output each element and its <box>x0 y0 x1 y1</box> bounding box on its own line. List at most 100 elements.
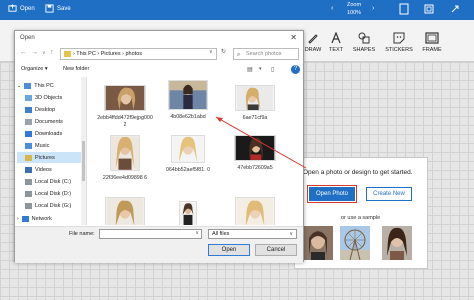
sample-image-woman[interactable] <box>382 226 412 260</box>
frame-icon <box>425 32 439 44</box>
zoom-in-arrow-icon[interactable]: › <box>372 5 374 12</box>
nav-label: Local Disk (G:) <box>35 202 72 209</box>
view-options-icon[interactable]: ▤ <box>247 66 253 73</box>
fullscreen-icon[interactable] <box>424 3 434 15</box>
nav-item-local-disk-g[interactable]: Local Disk (G:) <box>25 200 71 211</box>
file-item[interactable]: 064bb52aef5f81. 0 <box>160 135 216 174</box>
file-name-label: File name: <box>69 231 95 237</box>
nav-item-3d-objects[interactable]: 3D Objects <box>25 92 62 103</box>
nav-item-music[interactable]: Music <box>25 140 49 151</box>
sample-image-ferris-wheel[interactable] <box>340 226 370 260</box>
nav-item-network[interactable]: › Network <box>17 213 52 224</box>
breadcrumb-photos[interactable]: photos <box>125 51 142 57</box>
tool-frame[interactable]: FRAME <box>415 32 449 53</box>
help-icon[interactable]: ? <box>291 65 300 74</box>
file-item[interactable] <box>97 197 153 225</box>
nav-item-local-disk-d[interactable]: Local Disk (D:) <box>25 188 71 199</box>
save-label: Save <box>57 5 71 12</box>
file-name-input[interactable]: ∨ <box>99 229 202 239</box>
nav-item-this-pc[interactable]: ⌄ This PC <box>17 80 54 91</box>
create-new-button[interactable]: Create New <box>366 187 412 201</box>
documents-icon <box>25 118 32 125</box>
file-name: 47ebb72609a5 <box>237 165 273 171</box>
tool-shapes[interactable]: SHAPES <box>347 32 381 53</box>
nav-item-local-disk-c[interactable]: Local Disk (C:) <box>25 176 71 187</box>
organize-button[interactable]: Organize ▾ <box>21 66 48 72</box>
file-item[interactable]: 4b08e62b1abd <box>160 80 216 121</box>
disk-icon <box>25 202 32 209</box>
open-label: Open <box>20 5 35 12</box>
nav-item-downloads[interactable]: Downloads <box>25 128 62 139</box>
cube-icon <box>25 94 32 101</box>
breadcrumb-this-pc[interactable]: This PC <box>76 51 96 57</box>
nav-label: Pictures <box>35 154 55 161</box>
forward-icon[interactable]: → <box>31 49 38 56</box>
file-thumbnail <box>105 197 145 225</box>
nav-label: Network <box>31 215 52 222</box>
tool-stickers-label: STICKERS <box>385 47 413 53</box>
back-icon[interactable]: ← <box>20 49 27 56</box>
close-icon[interactable]: ✕ <box>290 33 297 42</box>
file-thumbnail <box>104 85 146 111</box>
up-icon[interactable]: ↑ <box>50 49 54 56</box>
nav-label: This PC <box>34 82 54 89</box>
file-thumbnail <box>235 85 275 111</box>
file-item[interactable]: 6ae71cf9a <box>227 85 283 122</box>
expand-icon[interactable] <box>450 3 460 15</box>
pictures-icon <box>25 154 32 161</box>
expand-chevron-icon[interactable]: ⌄ <box>17 83 21 89</box>
save-button[interactable]: Save <box>45 4 71 13</box>
nav-item-desktop[interactable]: Desktop <box>25 104 55 115</box>
dialog-open-button[interactable]: Open <box>208 244 250 256</box>
nav-item-pictures[interactable]: Pictures <box>17 152 81 163</box>
nav-scrollbar[interactable] <box>81 77 86 225</box>
file-item[interactable]: 2ebb4ffdd472f9ejpg0002 <box>97 85 153 128</box>
nav-label: Music <box>35 142 50 149</box>
computer-icon <box>24 82 32 89</box>
search-input[interactable]: ⌕ Search photos <box>233 48 299 60</box>
nav-label: 3D Objects <box>35 94 63 101</box>
file-type-select[interactable]: All files ∨ <box>208 229 297 239</box>
tool-shapes-label: SHAPES <box>352 47 376 53</box>
open-button[interactable]: Open <box>8 4 35 13</box>
expand-chevron-icon[interactable]: › <box>17 216 19 222</box>
nav-item-videos[interactable]: Videos <box>25 164 52 175</box>
sample-image-portrait[interactable] <box>303 226 333 260</box>
refresh-icon[interactable]: ↻ <box>221 48 226 55</box>
dialog-command-bar: Organize ▾ New folder ▤ ▾ ▯ ? <box>15 64 303 76</box>
breadcrumb-pictures[interactable]: Pictures <box>101 51 121 57</box>
draw-icon <box>308 34 318 44</box>
file-thumbnail <box>234 135 276 161</box>
tool-stickers[interactable]: STICKERS <box>382 32 416 53</box>
zoom-out-arrow-icon[interactable]: ‹ <box>331 5 333 12</box>
stickers-icon <box>393 32 405 44</box>
open-icon <box>8 4 17 12</box>
or-use-sample-text: or use a sample <box>341 215 381 221</box>
file-thumbnail <box>235 197 275 225</box>
search-placeholder: Search photos <box>246 51 282 57</box>
chevron-down-icon[interactable]: ∨ <box>195 230 199 236</box>
new-folder-button[interactable]: New folder <box>63 66 89 72</box>
view-dropdown-icon[interactable]: ▾ <box>259 66 262 72</box>
address-bar[interactable]: › This PC › Pictures › photos <box>60 48 217 60</box>
nav-item-documents[interactable]: Documents <box>25 116 63 127</box>
file-name: 22f36ee4d09898 6 <box>102 175 148 181</box>
dialog-cancel-button[interactable]: Cancel <box>255 244 297 256</box>
tool-text-label: TEXT <box>328 47 344 53</box>
nav-label: Desktop <box>35 106 56 113</box>
preview-pane-icon[interactable]: ▯ <box>271 66 274 73</box>
shapes-icon <box>358 32 370 44</box>
recent-dropdown-icon[interactable]: ∨ <box>42 50 46 56</box>
file-item[interactable]: 22f36ee4d09898 6 <box>97 135 153 182</box>
start-panel-title: Open a photo or design to get started. <box>303 169 413 176</box>
file-item[interactable] <box>160 201 216 225</box>
scrollbar-thumb[interactable] <box>82 141 85 181</box>
address-dropdown-icon[interactable]: ∨ <box>209 49 213 55</box>
canvas-icon[interactable] <box>399 3 409 15</box>
file-item[interactable]: 47ebb72609a5 <box>227 135 283 172</box>
save-icon <box>45 4 54 13</box>
open-photo-button[interactable]: Open Photo <box>306 184 358 204</box>
file-item[interactable] <box>227 197 283 225</box>
folder-icon <box>64 51 71 57</box>
nav-label: Local Disk (C:) <box>35 178 72 185</box>
